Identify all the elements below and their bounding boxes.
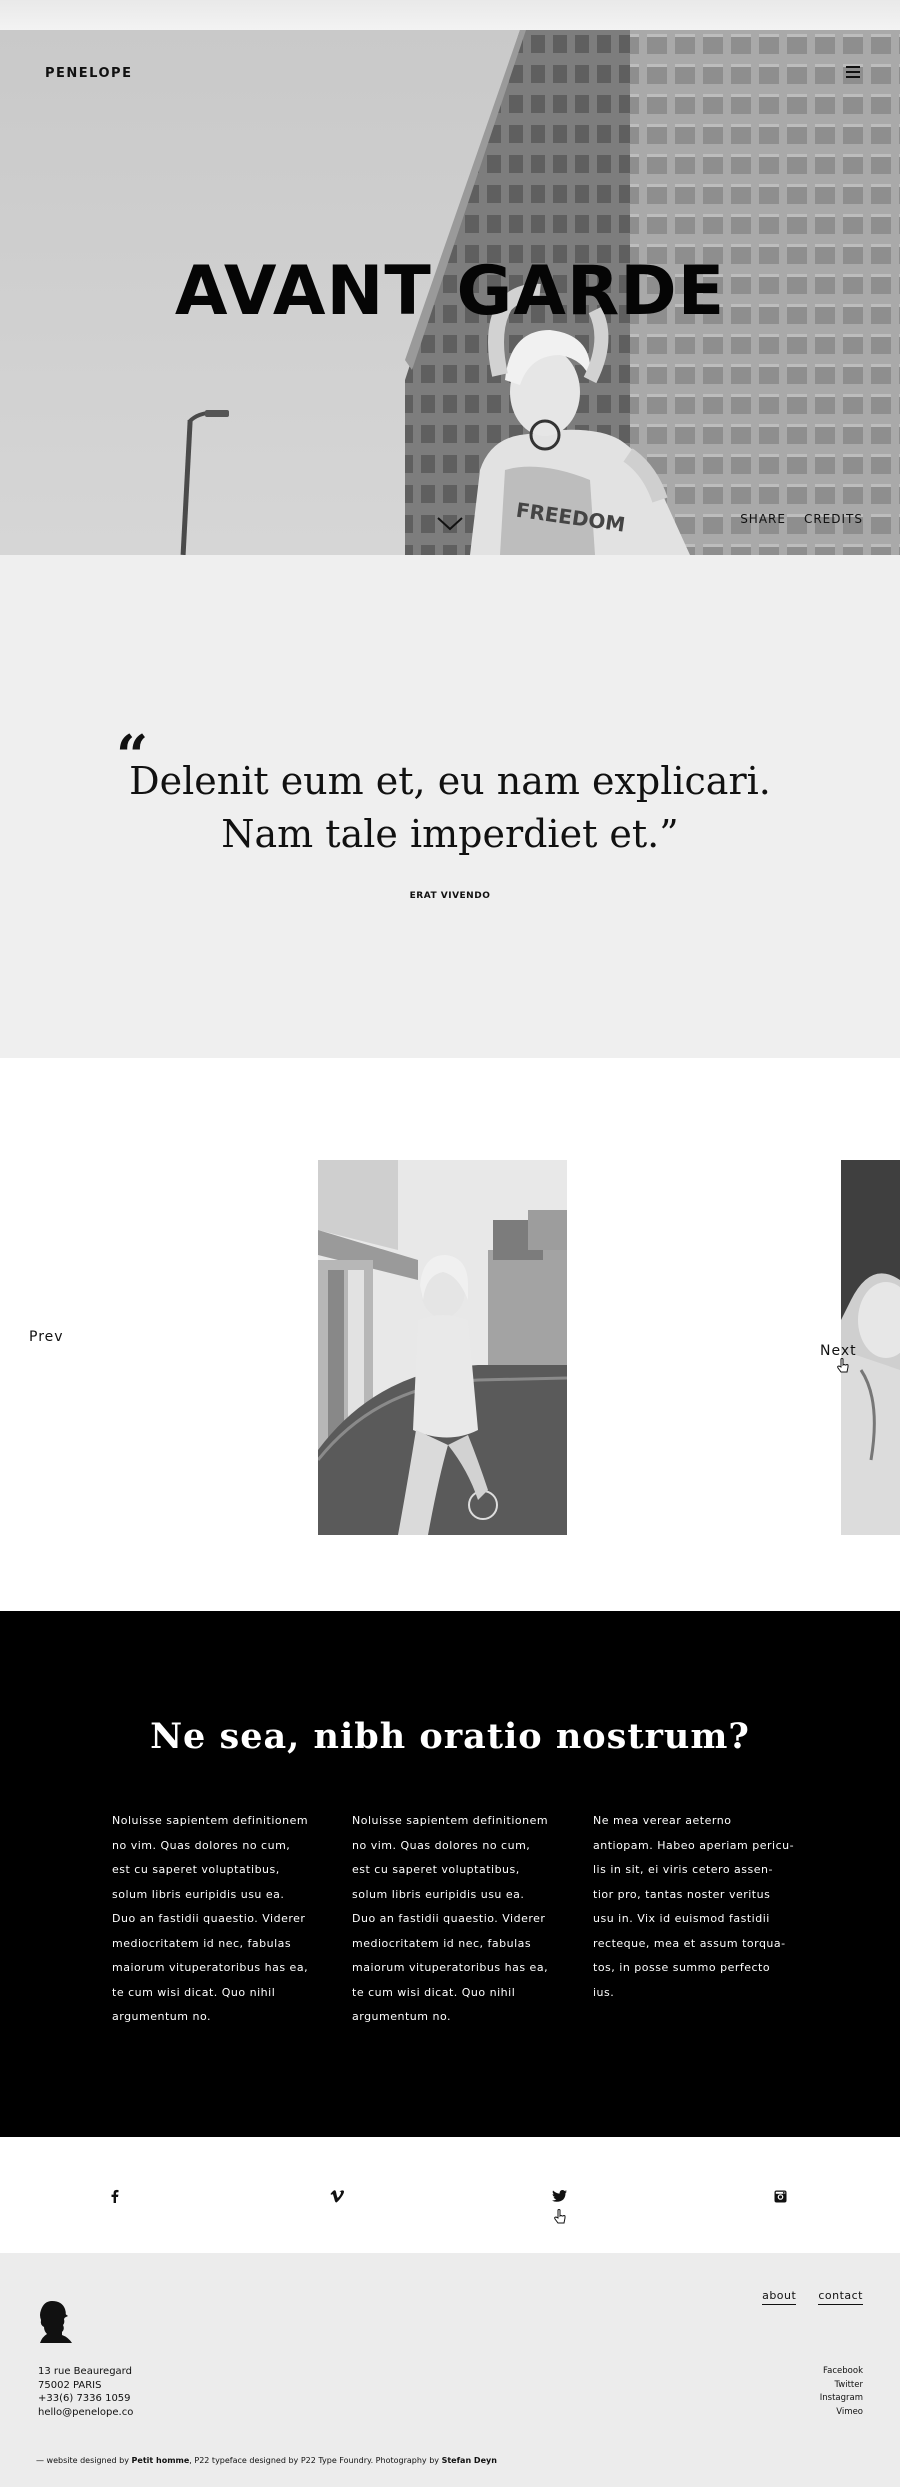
feature-line: Noluisse sapientem definitionem — [352, 1814, 549, 1827]
address-email[interactable]: hello@penelope.co — [38, 2406, 133, 2420]
feature-section: Ne sea, nibh oratio nostrum? Noluisse sa… — [0, 1611, 900, 2137]
footer-nav: about contact — [762, 2289, 863, 2305]
pointer-cursor-icon — [554, 2209, 566, 2224]
credits-link[interactable]: CREDITS — [804, 512, 863, 526]
feature-line: Noluisse sapientem definitionem — [112, 1814, 309, 1827]
twitter-icon[interactable] — [551, 2189, 567, 2203]
quote-section: “ Delenit eum et, eu nam explicari. Nam … — [0, 555, 900, 1058]
address-city: 75002 PARIS — [38, 2379, 102, 2391]
footer-instagram-link[interactable]: Instagram — [820, 2392, 863, 2406]
feature-line: no vim. Quas dolores no cum, — [352, 1838, 531, 1852]
footer-address: 13 rue Beauregard 75002 PARIS +33(6) 733… — [38, 2365, 133, 2419]
feature-line: argumentum no. — [112, 2010, 211, 2023]
facebook-icon[interactable] — [108, 2189, 122, 2203]
feature-line: tior pro, tantas noster veritus — [593, 1887, 771, 1901]
footer-contact-link[interactable]: contact — [818, 2289, 863, 2305]
feature-line: mediocritatem id nec, fabulas — [352, 1936, 532, 1950]
feature-line: est cu saperet voluptatibus, — [352, 1863, 520, 1876]
footer: about contact 13 rue Beauregard 75002 PA… — [0, 2253, 900, 2487]
feature-line: mediocritatem id nec, fabulas — [112, 1936, 292, 1950]
feature-line: est cu saperet voluptatibus, — [112, 1863, 280, 1876]
footer-facebook-link[interactable]: Facebook — [820, 2365, 863, 2379]
address-phone: +33(6) 7336 1059 — [38, 2393, 131, 2404]
feature-line: solum libris euripidis usu ea. — [112, 1887, 285, 1901]
hero-section: FREEDOM PENELOPE AVANT GARDE SHARE CREDI… — [0, 30, 900, 555]
feature-line: lis in sit, ei viris cetero assen- — [593, 1863, 773, 1876]
pointer-cursor-icon — [837, 1358, 849, 1373]
feature-column-3: Ne mea verear aeterno antiopam. Habeo ap… — [593, 1809, 803, 2005]
feature-line: solum libris euripidis usu ea. — [352, 1887, 525, 1901]
instagram-icon[interactable] — [773, 2189, 787, 2203]
gallery-photo-current[interactable] — [318, 1160, 567, 1535]
quote-line-1: Delenit eum et, eu nam explicari. — [129, 759, 771, 803]
footer-social-links: Facebook Twitter Instagram Vimeo — [820, 2365, 863, 2419]
credits-photographer[interactable]: Stefan Deyn — [442, 2456, 497, 2465]
feature-line: no vim. Quas dolores no cum, — [112, 1838, 291, 1852]
quote-text: Delenit eum et, eu nam explicari. Nam ta… — [0, 755, 900, 861]
hero-links: SHARE CREDITS — [740, 512, 863, 526]
feature-line: maiorum vituperatoribus has ea, — [352, 1961, 549, 1974]
credits-mid: , P22 typeface designed by P22 Type Foun… — [189, 2456, 440, 2465]
feature-line: Ne mea verear aeterno — [593, 1814, 732, 1827]
credits-designer[interactable]: Petit homme — [132, 2456, 190, 2465]
feature-line: maiorum vituperatoribus has ea, — [112, 1961, 309, 1974]
feature-line: antiopam. Habeo aperiam pericu- — [593, 1838, 795, 1852]
feature-column-1: Noluisse sapientem definitionem no vim. … — [112, 1809, 322, 2030]
vimeo-icon[interactable] — [329, 2189, 345, 2203]
quote-author: ERAT VIVENDO — [409, 891, 491, 901]
feature-column-2: Noluisse sapientem definitionem no vim. … — [352, 1809, 562, 2030]
brand-logo-text[interactable]: PENELOPE — [45, 66, 132, 81]
quote-line-2: Nam tale imperdiet et.” — [221, 812, 679, 856]
chevron-down-icon[interactable] — [436, 516, 464, 532]
feature-line: Duo an fastidii quaestio. Viderer — [352, 1912, 546, 1925]
feature-line: te cum wisi dicat. Quo nihil — [112, 1985, 276, 1999]
credits-prefix: — website designed by — [36, 2456, 129, 2465]
feature-line: ius. — [593, 1985, 615, 1999]
footer-twitter-link[interactable]: Twitter — [820, 2379, 864, 2393]
hamburger-menu-icon[interactable] — [846, 66, 860, 78]
top-strip — [0, 0, 900, 30]
feature-line: usu in. Vix id euismod fastidii — [593, 1912, 770, 1925]
feature-line: argumentum no. — [352, 2010, 451, 2023]
footer-credits: — website designed by Petit homme, P22 t… — [36, 2456, 497, 2465]
feature-line: Duo an fastidii quaestio. Viderer — [112, 1912, 306, 1925]
social-bar — [0, 2137, 900, 2253]
feature-line: te cum wisi dicat. Quo nihil — [352, 1985, 516, 1999]
hero-title: AVANT GARDE — [174, 252, 726, 331]
feature-title: Ne sea, nibh oratio nostrum? — [150, 1716, 750, 1757]
footer-about-link[interactable]: about — [762, 2289, 797, 2305]
silhouette-logo-icon[interactable] — [38, 2301, 72, 2343]
share-link[interactable]: SHARE — [740, 512, 786, 526]
footer-vimeo-link[interactable]: Vimeo — [820, 2406, 863, 2420]
gallery-prev-button[interactable]: Prev — [29, 1329, 64, 1345]
gallery-next-button[interactable]: Next — [820, 1343, 857, 1359]
feature-line: tos, in posse summo perfecto — [593, 1961, 771, 1974]
feature-line: recteque, mea et assum torqua- — [593, 1936, 786, 1950]
gallery-section: Prev Next — [0, 1058, 900, 1611]
address-street: 13 rue Beauregard — [38, 2366, 132, 2377]
